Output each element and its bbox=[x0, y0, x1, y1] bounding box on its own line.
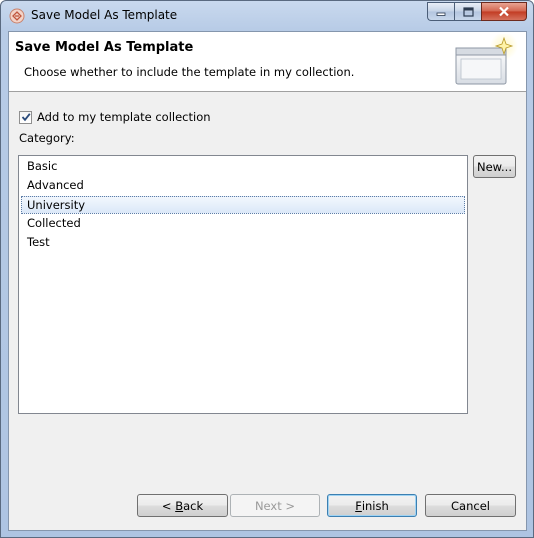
dialog-client-area: Save Model As Template Choose whether to… bbox=[8, 31, 527, 531]
minimize-icon bbox=[436, 12, 446, 16]
close-button[interactable] bbox=[481, 2, 527, 21]
close-icon bbox=[499, 6, 509, 17]
category-label: Category: bbox=[19, 131, 75, 145]
category-list-item[interactable]: Advanced bbox=[21, 177, 465, 195]
back-button-rest: ack bbox=[183, 498, 204, 513]
add-to-collection-checkbox[interactable] bbox=[19, 110, 32, 124]
caption-buttons bbox=[427, 2, 527, 21]
category-list[interactable]: Basic Advanced University Collected Test bbox=[18, 155, 468, 414]
add-to-collection-label[interactable]: Add to my template collection bbox=[37, 110, 211, 124]
maximize-button[interactable] bbox=[454, 2, 481, 21]
category-list-item[interactable]: Basic bbox=[21, 158, 465, 176]
maximize-icon bbox=[462, 6, 474, 17]
app-icon[interactable] bbox=[9, 8, 25, 24]
template-wizard-icon bbox=[455, 34, 518, 85]
wizard-banner: Save Model As Template Choose whether to… bbox=[9, 32, 526, 92]
category-list-item[interactable]: Test bbox=[21, 234, 465, 252]
finish-button-rest: inish bbox=[361, 498, 389, 513]
category-list-item[interactable]: University bbox=[21, 196, 465, 214]
back-button[interactable]: < Back bbox=[137, 494, 228, 517]
finish-button[interactable]: Finish bbox=[327, 494, 417, 517]
title-bar[interactable]: Save Model As Template bbox=[1, 1, 533, 31]
back-button-mnemonic: B bbox=[175, 498, 184, 513]
category-list-item[interactable]: Collected bbox=[21, 215, 465, 233]
banner-description: Choose whether to include the template i… bbox=[24, 65, 355, 79]
checkmark-icon bbox=[21, 113, 31, 122]
finish-button-mnemonic: F bbox=[355, 498, 362, 513]
banner-title: Save Model As Template bbox=[15, 40, 194, 55]
cancel-button[interactable]: Cancel bbox=[425, 494, 516, 517]
window-title: Save Model As Template bbox=[31, 8, 178, 22]
new-category-button[interactable]: New... bbox=[473, 155, 516, 178]
next-button[interactable]: Next > bbox=[230, 494, 320, 517]
back-button-prefix: < bbox=[161, 498, 176, 513]
minimize-button[interactable] bbox=[427, 2, 454, 21]
dialog-window: Save Model As Template Save Model As Tem… bbox=[0, 0, 534, 538]
add-to-collection-row[interactable]: Add to my template collection bbox=[19, 110, 211, 124]
